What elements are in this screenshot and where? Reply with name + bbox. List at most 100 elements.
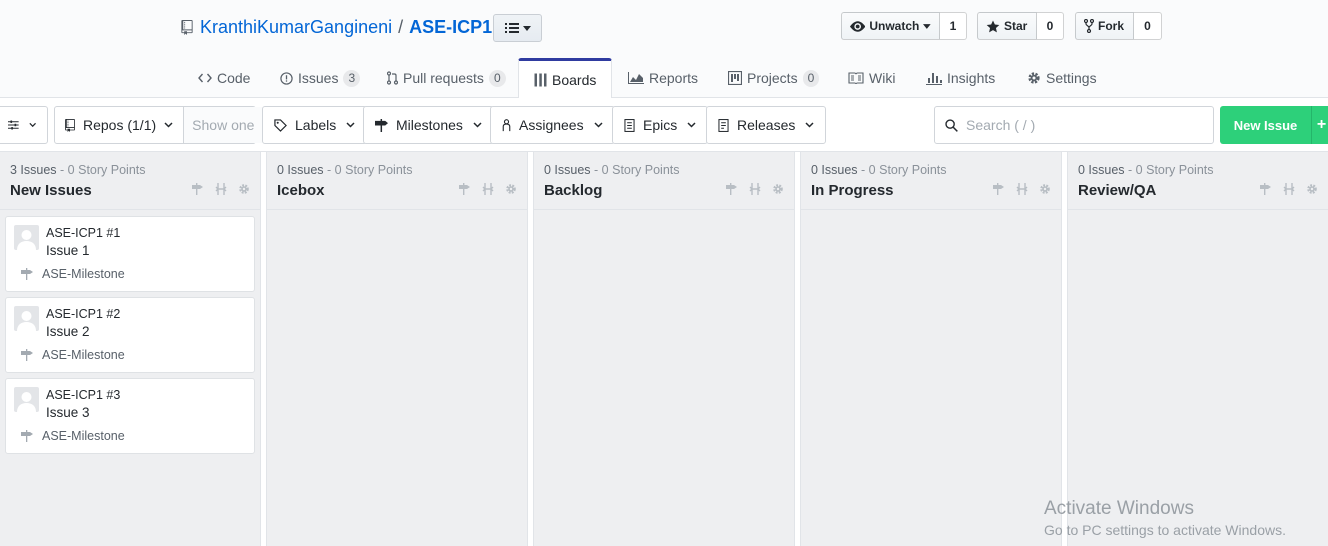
chevron-down-icon <box>164 122 173 128</box>
pipeline-actions <box>192 183 250 195</box>
pipeline-story-points: - 0 Story Points <box>594 163 680 177</box>
caret-down-icon <box>522 25 531 31</box>
tab-pull-requests-label: Pull requests <box>403 70 484 86</box>
issue-milestone-label: ASE-Milestone <box>42 429 125 443</box>
repo-owner-link[interactable]: KranthiKumarGangineni <box>200 17 392 38</box>
new-issue-button[interactable]: New Issue <box>1220 106 1311 144</box>
issue-title: Issue 2 <box>46 324 90 339</box>
tab-wiki[interactable]: Wiki <box>848 58 895 98</box>
pipeline-header: 0 Issues - 0 Story Points Review/QA <box>1068 152 1328 210</box>
tab-insights[interactable]: Insights <box>926 58 995 98</box>
chevron-down-icon <box>805 122 814 128</box>
show-one-button[interactable]: Show one <box>183 107 263 143</box>
pipeline-backlog: 0 Issues - 0 Story Points Backlog <box>533 152 795 546</box>
repo-nav: Code Issues 3 Pull requests 0 Boards Rep… <box>0 58 1328 99</box>
pipeline-meta: 0 Issues - 0 Story Points <box>277 163 413 177</box>
pull-request-icon <box>387 71 398 85</box>
gear-icon[interactable] <box>505 183 517 195</box>
board-toolbar: Repos (1/1) Show one Labels Milestones A… <box>0 98 1328 152</box>
avatar <box>14 306 39 331</box>
pipeline-meta: 0 Issues - 0 Story Points <box>544 163 680 177</box>
pipeline-actions <box>459 183 517 195</box>
gear-icon[interactable] <box>772 183 784 195</box>
star-group: Star 0 <box>977 12 1064 40</box>
tab-reports[interactable]: Reports <box>628 58 698 98</box>
milestone-icon <box>21 430 33 442</box>
pipeline-issue-count: 0 Issues <box>544 163 591 177</box>
avatar <box>14 387 39 412</box>
collapse-icon[interactable] <box>1283 183 1295 195</box>
activate-windows-watermark: Activate Windows Go to PC settings to ac… <box>1044 498 1286 538</box>
tab-wiki-label: Wiki <box>869 70 896 86</box>
fork-button[interactable]: Fork <box>1075 12 1134 40</box>
list-icon <box>504 23 519 33</box>
pipeline-icebox: 0 Issues - 0 Story Points Icebox <box>266 152 528 546</box>
epics-filter[interactable]: Epics <box>612 106 709 144</box>
person-icon <box>502 118 511 131</box>
pipeline-issue-count: 0 Issues <box>1078 163 1125 177</box>
collapse-icon[interactable] <box>749 183 761 195</box>
pipeline-milestone-icon[interactable] <box>993 183 1005 195</box>
repo-name-link[interactable]: ASE-ICP1 <box>409 17 492 38</box>
issue-card[interactable]: ASE-ICP1 #1 Issue 1 ASE-Milestone <box>5 216 255 292</box>
issues-counter: 3 <box>343 69 361 87</box>
collapse-icon[interactable] <box>1016 183 1028 195</box>
pipeline-milestone-icon[interactable] <box>459 183 471 195</box>
labels-filter[interactable]: Labels <box>262 106 368 144</box>
collapse-icon[interactable] <box>215 183 227 195</box>
issue-card[interactable]: ASE-ICP1 #2 Issue 2 ASE-Milestone <box>5 297 255 373</box>
assignees-label: Assignees <box>519 117 584 133</box>
issue-card[interactable]: ASE-ICP1 #3 Issue 3 ASE-Milestone <box>5 378 255 454</box>
caret-down-icon <box>923 23 931 29</box>
project-icon <box>728 71 742 85</box>
tab-projects[interactable]: Projects 0 <box>728 58 820 98</box>
pipeline-header: 0 Issues - 0 Story Points Icebox <box>267 152 527 210</box>
chevron-down-icon <box>473 122 482 128</box>
new-issue-add-button[interactable]: + <box>1311 106 1328 144</box>
collapse-icon[interactable] <box>482 183 494 195</box>
pipeline-milestone-icon[interactable] <box>1260 183 1272 195</box>
tab-settings[interactable]: Settings <box>1027 58 1097 98</box>
repo-separator: / <box>398 16 404 37</box>
issue-milestone-label: ASE-Milestone <box>42 267 125 281</box>
releases-filter[interactable]: Releases <box>706 106 827 144</box>
pipeline-meta: 0 Issues - 0 Story Points <box>811 163 947 177</box>
code-icon <box>198 73 212 83</box>
unwatch-button[interactable]: Unwatch <box>841 12 940 40</box>
pipeline-name: Icebox <box>277 182 325 199</box>
repo-menu-button[interactable] <box>493 14 542 42</box>
gear-icon[interactable] <box>1039 183 1051 195</box>
pipeline-milestone-icon[interactable] <box>726 183 738 195</box>
tab-pull-requests[interactable]: Pull requests 0 <box>387 58 506 98</box>
star-count[interactable]: 0 <box>1037 12 1064 40</box>
gear-icon[interactable] <box>1306 183 1318 195</box>
gear-icon <box>1028 72 1040 84</box>
pipeline-actions <box>1260 183 1318 195</box>
tab-code[interactable]: Code <box>198 58 250 98</box>
pipeline-milestone-icon[interactable] <box>192 183 204 195</box>
tab-boards[interactable]: Boards <box>518 58 613 99</box>
book-icon <box>848 72 864 84</box>
pipeline-issue-count: 0 Issues <box>811 163 858 177</box>
pipeline-story-points: - 0 Story Points <box>861 163 947 177</box>
star-label: Star <box>1004 19 1028 33</box>
assignees-filter[interactable]: Assignees <box>490 106 615 144</box>
avatar <box>14 225 39 250</box>
issue-title: Issue 1 <box>46 243 90 258</box>
star-button[interactable]: Star <box>977 12 1037 40</box>
issue-ref: ASE-ICP1 #3 <box>46 388 121 402</box>
chevron-down-icon <box>687 122 696 128</box>
issue-title: Issue 3 <box>46 405 90 420</box>
projects-counter: 0 <box>802 69 820 87</box>
repos-dropdown[interactable]: Repos (1/1) <box>55 107 183 143</box>
gear-icon[interactable] <box>238 183 250 195</box>
search-input[interactable]: Search ( / ) <box>934 106 1214 144</box>
tab-issues[interactable]: Issues 3 <box>280 58 361 98</box>
issue-milestone: ASE-Milestone <box>21 267 125 281</box>
fork-count[interactable]: 0 <box>1134 12 1162 40</box>
milestones-filter[interactable]: Milestones <box>363 106 494 144</box>
epic-icon <box>624 118 635 132</box>
chevron-down-icon <box>346 122 355 128</box>
watch-count[interactable]: 1 <box>940 12 967 40</box>
board-settings-button[interactable] <box>0 106 48 144</box>
